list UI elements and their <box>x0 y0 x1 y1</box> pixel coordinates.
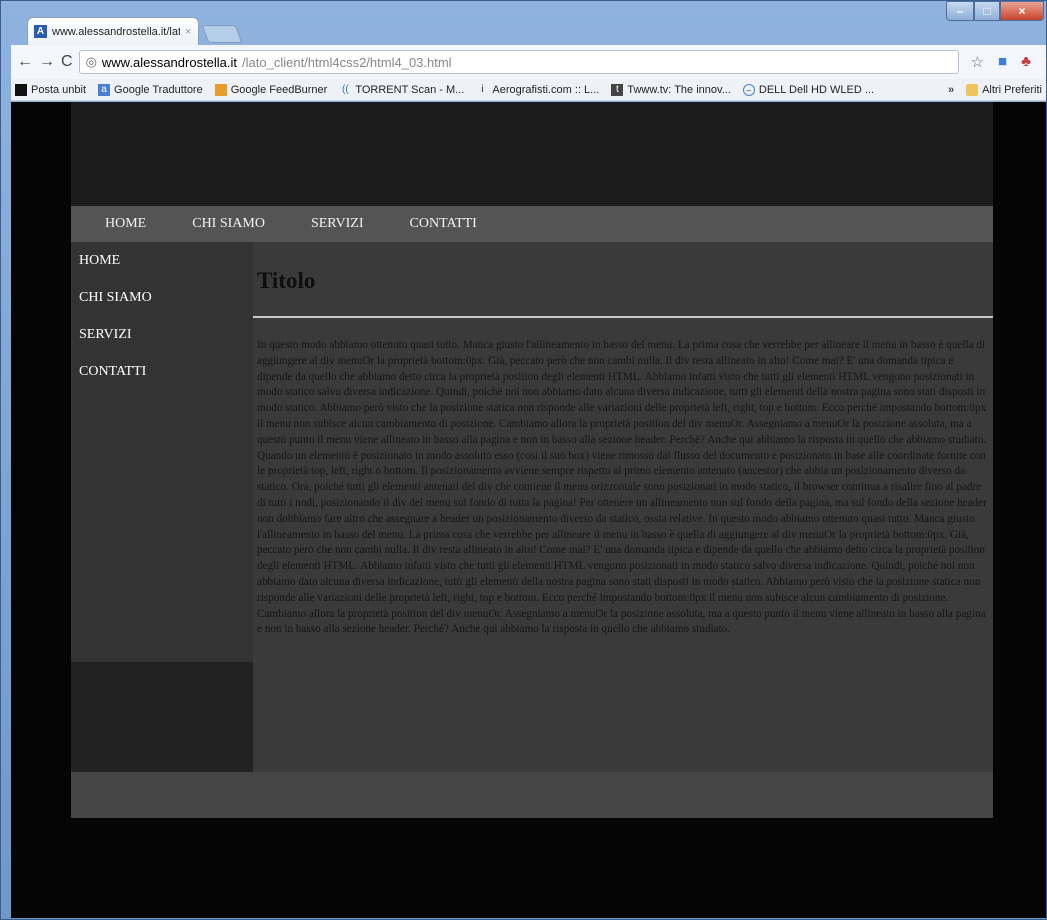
aerografo-icon: ⅰ <box>480 83 484 95</box>
sidebar-home-link[interactable]: HOME <box>79 252 253 289</box>
bookmark-item[interactable]: Posta unbit <box>15 83 86 96</box>
star-icon[interactable]: ☆ <box>971 53 984 71</box>
bookmark-item[interactable]: t Twww.tv: The innov... <box>611 83 731 96</box>
page-info-icon[interactable]: ◎ <box>86 54 97 70</box>
toolbar-icons: ☆ ■ ♣ ✎ <box>971 53 1047 71</box>
bookmark-item[interactable]: Google FeedBurner <box>214 83 327 96</box>
page-title: Titolo <box>257 268 316 293</box>
minimize-button[interactable]: – <box>946 1 974 21</box>
body-text: In questo modo abbiamo ottenuto quasi tu… <box>257 339 987 636</box>
url-path: /lato_client/html4css2/html4_03.html <box>242 54 452 70</box>
other-bookmarks-folder[interactable]: Altri Preferiti <box>966 83 1042 96</box>
translate-icon: a <box>98 83 111 96</box>
folder-icon <box>966 83 979 96</box>
twww-icon: t <box>611 83 624 96</box>
sidebar-contatti-link[interactable]: CONTATTI <box>79 363 253 400</box>
sidebar-chi-siamo-link[interactable]: CHI SIAMO <box>79 289 253 326</box>
forward-arrow-icon[interactable]: → <box>39 53 55 71</box>
topnav-contatti-link[interactable]: CONTATTI <box>410 216 477 232</box>
bookmark-icon <box>15 83 27 96</box>
reload-icon[interactable]: C <box>61 53 73 71</box>
bookmark-item[interactable]: ((TORRENT Scan - M... <box>339 84 464 96</box>
topnav-chi-siamo-link[interactable]: CHI SIAMO <box>192 216 265 232</box>
browser-window: A www.alessandrostella.it/lat × – □ × ← … <box>0 0 1047 920</box>
maximize-button[interactable]: □ <box>974 1 1000 21</box>
dell-icon: – <box>742 83 755 96</box>
torrent-icon: (( <box>342 83 349 95</box>
bookmarks-overflow-button[interactable]: » <box>948 84 954 96</box>
topnav-home-link[interactable]: HOME <box>105 216 146 232</box>
browser-toolbar: ← → C ◎ www.alessandrostella.it/lato_cli… <box>11 45 1047 79</box>
extension-icon[interactable]: ♣ <box>1021 53 1031 71</box>
site-header <box>71 102 993 206</box>
site-favicon-icon: A <box>34 25 47 38</box>
close-window-button[interactable]: × <box>1000 1 1044 21</box>
feedburner-icon <box>214 83 227 96</box>
extension-icon[interactable]: ■ <box>998 53 1007 71</box>
sidebar-servizi-link[interactable]: SERVIZI <box>79 326 253 363</box>
page-viewport: HOME CHI SIAMO SERVIZI CONTATTI HOME CHI… <box>11 102 1046 918</box>
browser-tab[interactable]: A www.alessandrostella.it/lat × <box>27 17 199 45</box>
bookmark-item[interactable]: ⅰ Aerografisti.com :: L... <box>476 84 599 96</box>
vertical-menu: HOME CHI SIAMO SERVIZI CONTATTI <box>71 242 253 772</box>
horizontal-menu: HOME CHI SIAMO SERVIZI CONTATTI <box>71 206 993 242</box>
bookmark-item[interactable]: – DELL Dell HD WLED ... <box>742 83 874 96</box>
tab-title: www.alessandrostella.it/lat <box>52 25 180 38</box>
tab-close-icon[interactable]: × <box>185 26 191 38</box>
window-controls: – □ × <box>946 1 1044 21</box>
main-content: Titolo In questo modo abbiamo ottenuto q… <box>253 242 993 772</box>
address-bar[interactable]: ◎ www.alessandrostella.it/lato_client/ht… <box>78 50 959 74</box>
url-host: www.alessandrostella.it <box>101 54 238 70</box>
bookmark-item[interactable]: a Google Traduttore <box>98 83 203 96</box>
topnav-servizi-link[interactable]: SERVIZI <box>311 216 364 232</box>
title-bar: A www.alessandrostella.it/lat × – □ × <box>1 1 1047 45</box>
site-footer <box>71 772 993 818</box>
title-divider <box>253 316 993 318</box>
back-arrow-icon[interactable]: ← <box>17 53 33 71</box>
new-tab-button[interactable] <box>201 25 243 43</box>
bookmarks-bar: Posta unbit a Google Traduttore Google Fe… <box>11 79 1046 101</box>
